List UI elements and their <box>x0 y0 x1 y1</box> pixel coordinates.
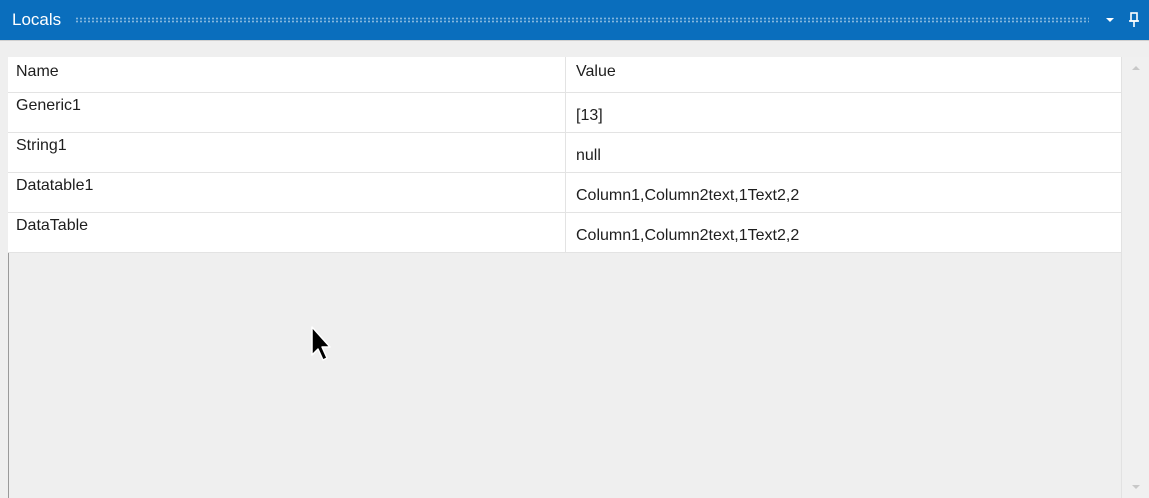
titlebar-grip[interactable] <box>75 17 1089 23</box>
column-header-value[interactable]: Value <box>566 57 1121 92</box>
scroll-up-button[interactable] <box>1122 59 1149 77</box>
window-dropdown-button[interactable] <box>1101 10 1119 30</box>
panel-titlebar[interactable]: Locals <box>0 0 1149 41</box>
column-header-name[interactable]: Name <box>8 57 566 92</box>
panel-title: Locals <box>12 10 62 29</box>
grid-row[interactable]: Generic1 [13] <box>8 93 1121 133</box>
locals-panel: Locals Name Value Generic1 [13] String1 <box>0 0 1149 498</box>
grid-header-row: Name Value <box>8 57 1121 93</box>
variable-value[interactable]: null <box>566 133 1121 172</box>
variable-name[interactable]: Generic1 <box>8 93 566 132</box>
grid-row[interactable]: String1 null <box>8 133 1121 173</box>
grid-row[interactable]: Datatable1 Column1,Column2text,1Text2,2 <box>8 173 1121 213</box>
chevron-down-icon <box>1106 18 1114 22</box>
scroll-up-arrow-icon <box>1131 66 1140 70</box>
pin-icon <box>1129 12 1139 27</box>
grid-row[interactable]: DataTable Column1,Column2text,1Text2,2 <box>8 213 1121 253</box>
variable-value[interactable]: [13] <box>566 93 1121 132</box>
locals-grid: Name Value Generic1 [13] String1 null Da… <box>8 57 1121 253</box>
vertical-scrollbar[interactable] <box>1121 57 1149 498</box>
variable-value[interactable]: Column1,Column2text,1Text2,2 <box>566 173 1121 212</box>
variable-value[interactable]: Column1,Column2text,1Text2,2 <box>566 213 1121 252</box>
variable-name[interactable]: String1 <box>8 133 566 172</box>
scroll-down-button[interactable] <box>1122 478 1149 496</box>
mouse-pointer-icon <box>311 326 331 361</box>
scroll-down-arrow-icon <box>1131 485 1140 489</box>
pin-button[interactable] <box>1125 10 1143 30</box>
variable-name[interactable]: DataTable <box>8 213 566 252</box>
variable-name[interactable]: Datatable1 <box>8 173 566 212</box>
